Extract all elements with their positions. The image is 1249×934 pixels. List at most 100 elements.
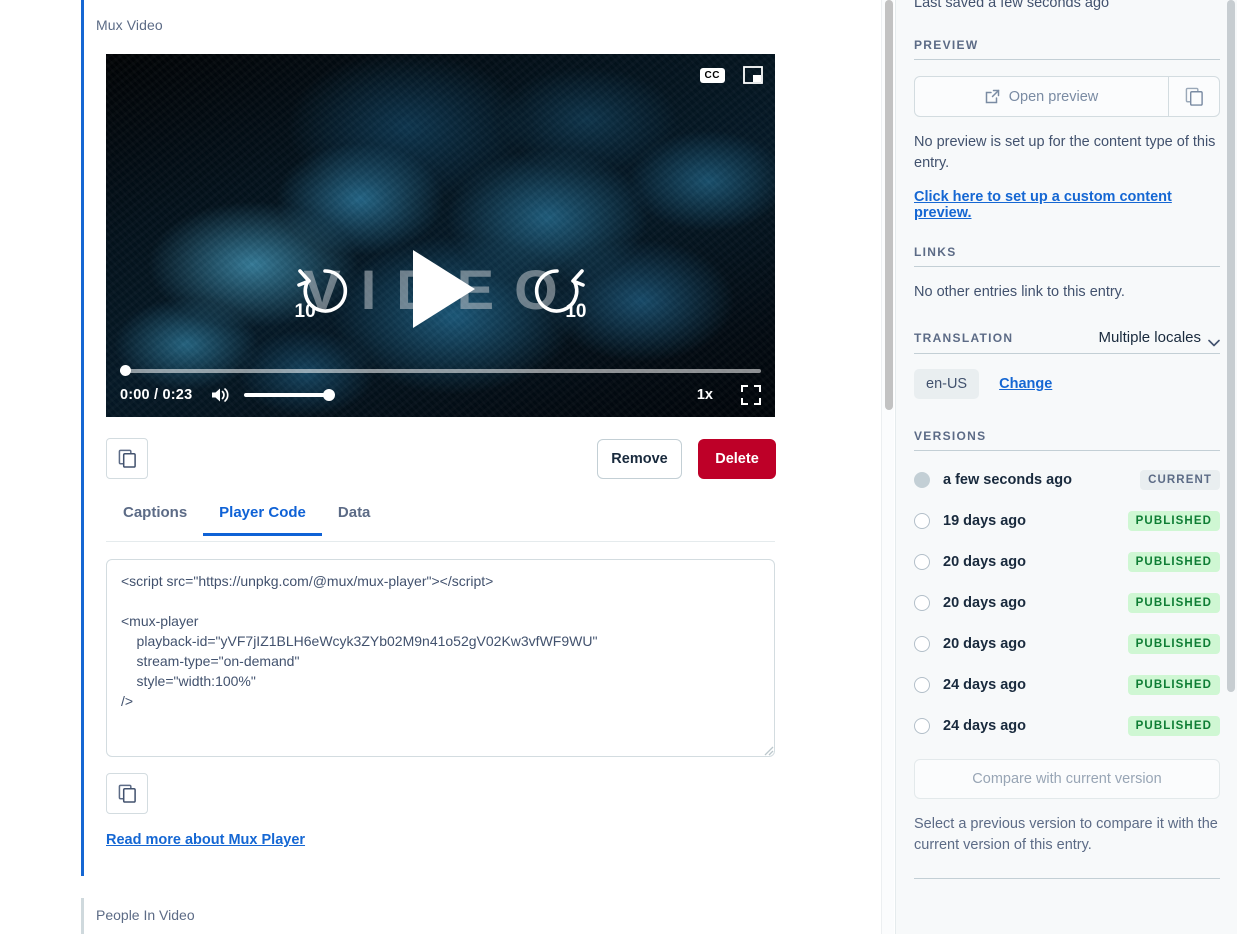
preview-section-header: PREVIEW xyxy=(914,38,1220,60)
locale-mode-label: Multiple locales xyxy=(1098,329,1201,346)
status-badge: PUBLISHED xyxy=(1128,634,1220,654)
version-label: 24 days ago xyxy=(943,677,1026,693)
delete-button[interactable]: Delete xyxy=(698,439,776,479)
open-preview-button[interactable]: Open preview xyxy=(915,77,1168,116)
external-link-icon xyxy=(985,89,1000,104)
read-more-mux-player-link[interactable]: Read more about Mux Player xyxy=(106,832,305,848)
remove-button[interactable]: Remove xyxy=(597,439,682,479)
fullscreen-icon[interactable] xyxy=(741,385,761,405)
status-badge: PUBLISHED xyxy=(1128,675,1220,695)
change-locales-link[interactable]: Change xyxy=(999,376,1052,392)
version-label: 19 days ago xyxy=(943,513,1026,529)
copy-icon xyxy=(118,784,137,803)
copy-icon xyxy=(1185,87,1204,106)
page-right-edge xyxy=(1237,0,1249,934)
version-list-item[interactable]: 24 days ago PUBLISHED xyxy=(914,705,1220,746)
copy-preview-url-button[interactable] xyxy=(1168,77,1219,116)
links-section-title: LINKS xyxy=(914,245,957,259)
compare-with-current-version-button[interactable]: Compare with current version xyxy=(914,759,1220,799)
volume-knob[interactable] xyxy=(323,389,335,401)
setup-content-preview-link[interactable]: Click here to set up a custom content pr… xyxy=(914,189,1220,221)
field-label-mux-video: Mux Video xyxy=(96,17,163,33)
tab-captions[interactable]: Captions xyxy=(106,500,203,535)
picture-in-picture-icon[interactable] xyxy=(743,66,763,84)
volume-slider[interactable] xyxy=(244,388,334,402)
progress-knob[interactable] xyxy=(120,365,131,376)
status-badge: PUBLISHED xyxy=(1128,716,1220,736)
versions-section-title: VERSIONS xyxy=(914,429,986,443)
player-bottom-controls: 0:00 / 0:23 1x xyxy=(106,362,775,417)
status-badge: PUBLISHED xyxy=(1128,593,1220,613)
compare-help-text: Select a previous version to compare it … xyxy=(914,814,1220,856)
entry-sidebar: Last saved a few seconds ago PREVIEW Ope… xyxy=(895,0,1237,934)
sidebar-divider xyxy=(914,878,1220,879)
mux-video-player[interactable]: VIDEO CC 10 xyxy=(106,54,775,417)
versions-section-header: VERSIONS xyxy=(914,429,1220,451)
seek-backward-label: 10 xyxy=(295,302,316,321)
version-label: 20 days ago xyxy=(943,595,1026,611)
version-radio[interactable] xyxy=(914,718,930,734)
locale-chip-en-us: en-US xyxy=(914,369,979,399)
links-section-header: LINKS xyxy=(914,245,1220,267)
version-label: 24 days ago xyxy=(943,718,1026,734)
version-radio[interactable] xyxy=(914,677,930,693)
version-list-item[interactable]: a few seconds ago CURRENT xyxy=(914,459,1220,500)
version-label: 20 days ago xyxy=(943,636,1026,652)
status-badge: PUBLISHED xyxy=(1128,552,1220,572)
volume-icon[interactable] xyxy=(210,386,230,404)
playback-rate-button[interactable]: 1x xyxy=(697,387,713,403)
captions-toggle-icon[interactable]: CC xyxy=(700,68,725,83)
version-label: 20 days ago xyxy=(943,554,1026,570)
copy-player-code-button[interactable] xyxy=(106,773,148,814)
copy-icon xyxy=(118,449,137,468)
version-radio[interactable] xyxy=(914,595,930,611)
status-badge: PUBLISHED xyxy=(1128,511,1220,531)
tab-player-code[interactable]: Player Code xyxy=(203,500,322,535)
player-center-controls: 10 10 xyxy=(106,250,775,328)
play-button[interactable] xyxy=(413,250,475,328)
version-radio[interactable] xyxy=(914,472,930,488)
seek-forward-label: 10 xyxy=(565,302,586,321)
preview-empty-text: No preview is set up for the content typ… xyxy=(914,132,1220,174)
time-display: 0:00 / 0:23 xyxy=(120,387,192,403)
entry-editor-main: Mux Video VIDEO CC xyxy=(0,0,881,934)
version-list-item[interactable]: 19 days ago PUBLISHED xyxy=(914,500,1220,541)
links-empty-text: No other entries link to this entry. xyxy=(914,282,1220,303)
version-list-item[interactable]: 20 days ago PUBLISHED xyxy=(914,541,1220,582)
version-list-item[interactable]: 20 days ago PUBLISHED xyxy=(914,582,1220,623)
chevron-down-icon xyxy=(1208,334,1220,342)
status-badge: CURRENT xyxy=(1140,470,1220,490)
open-preview-label: Open preview xyxy=(1009,89,1098,105)
progress-track xyxy=(120,369,761,373)
app-root: Mux Video VIDEO CC xyxy=(0,0,1249,934)
preview-section-title: PREVIEW xyxy=(914,38,978,52)
preview-button-group: Open preview xyxy=(914,76,1220,117)
translation-section-header: TRANSLATION Multiple locales xyxy=(914,329,1220,354)
version-radio[interactable] xyxy=(914,513,930,529)
player-top-controls: CC xyxy=(700,66,763,84)
locale-row: en-US Change xyxy=(914,369,1220,399)
field-accent-bar xyxy=(81,0,84,876)
translation-section-title: TRANSLATION xyxy=(914,331,1013,345)
seek-backward-10-button[interactable]: 10 xyxy=(295,259,355,319)
sidebar-scrollbar-thumb[interactable] xyxy=(1227,0,1235,692)
next-field-accent-bar xyxy=(81,898,84,934)
version-radio[interactable] xyxy=(914,554,930,570)
last-saved-status: Last saved a few seconds ago xyxy=(914,0,1109,11)
version-label: a few seconds ago xyxy=(943,472,1072,488)
sidebar-scrollbar[interactable] xyxy=(1225,0,1237,934)
player-tabs: Captions Player Code Data xyxy=(106,500,775,542)
main-scrollbar[interactable] xyxy=(881,0,894,934)
version-list-item[interactable]: 20 days ago PUBLISHED xyxy=(914,623,1220,664)
copy-playback-id-button[interactable] xyxy=(106,438,148,479)
locale-mode-dropdown[interactable]: Multiple locales xyxy=(1098,329,1220,346)
main-scrollbar-thumb[interactable] xyxy=(885,0,893,410)
version-list-item[interactable]: 24 days ago PUBLISHED xyxy=(914,664,1220,705)
progress-slider[interactable] xyxy=(120,362,761,380)
field-label-people-in-video: People In Video xyxy=(96,907,195,923)
tab-data[interactable]: Data xyxy=(322,500,387,535)
version-radio[interactable] xyxy=(914,636,930,652)
volume-track xyxy=(244,393,334,397)
player-code-textarea[interactable]: <script src="https://unpkg.com/@mux/mux-… xyxy=(106,559,775,757)
seek-forward-10-button[interactable]: 10 xyxy=(527,259,587,319)
